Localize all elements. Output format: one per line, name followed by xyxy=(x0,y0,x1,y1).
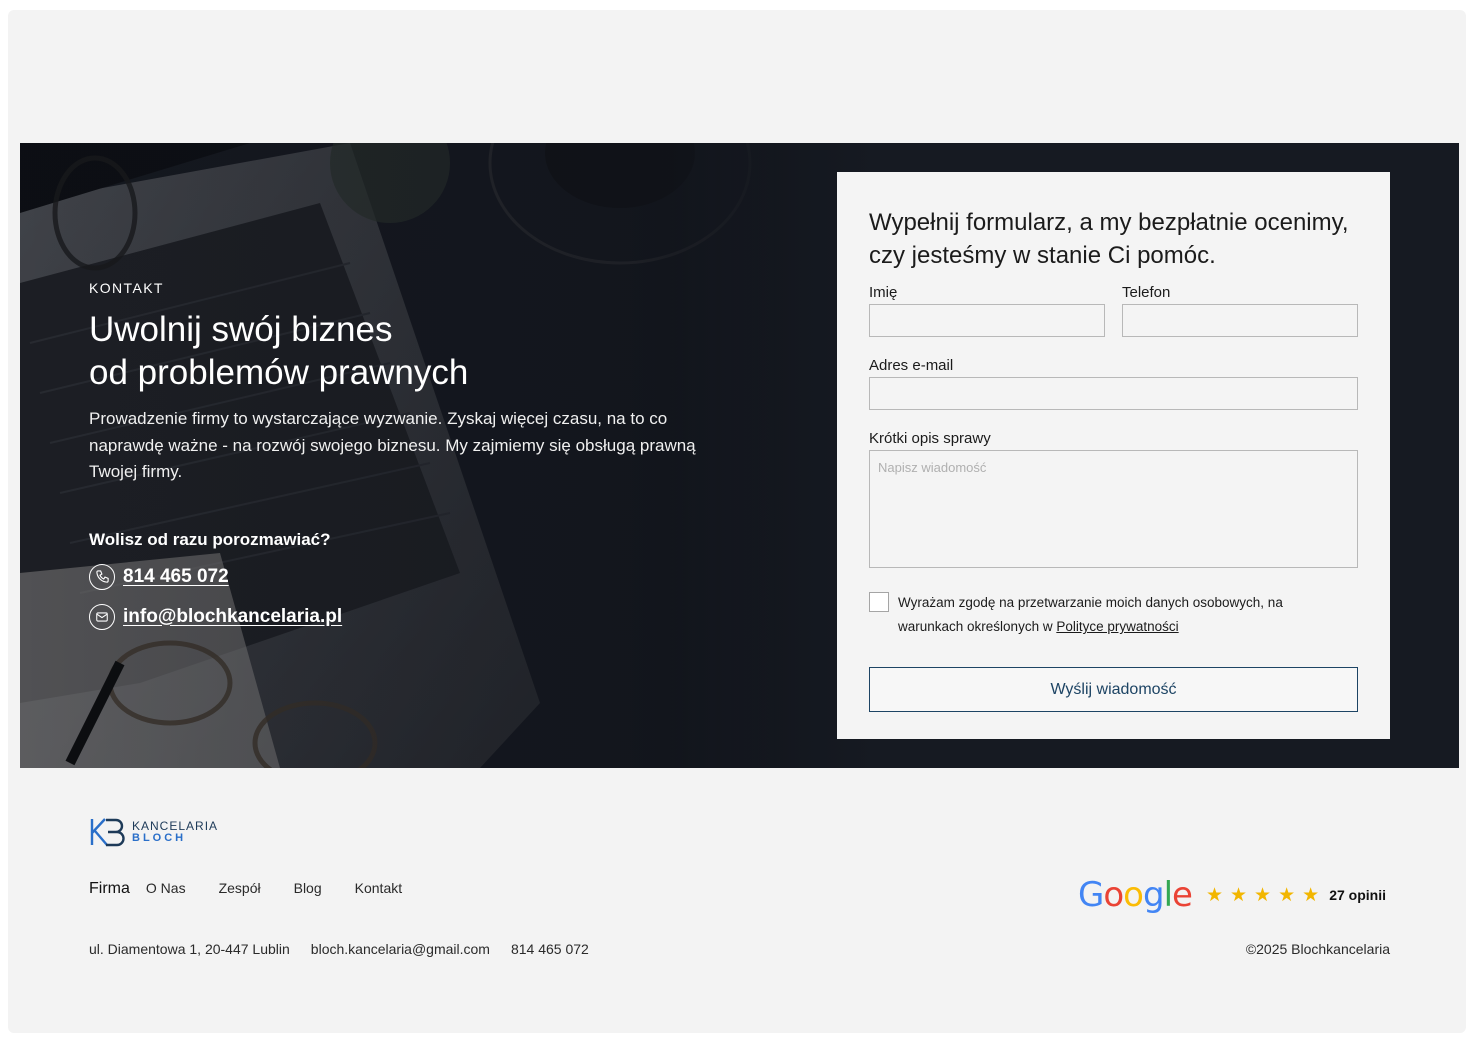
email-label: Adres e-mail xyxy=(869,357,954,374)
footer-nav-blog[interactable]: Blog xyxy=(294,880,322,896)
email-contact: info@blochkancelaria.pl xyxy=(89,603,729,630)
star-icon: ★ xyxy=(1205,884,1223,906)
rating-stars: ★ ★ ★ ★ ★ xyxy=(1206,884,1326,907)
name-field-group: Imię xyxy=(869,284,1105,337)
footer-phone[interactable]: 814 465 072 xyxy=(511,941,589,957)
email-link[interactable]: info@blochkancelaria.pl xyxy=(123,606,342,628)
star-icon: ★ xyxy=(1302,884,1320,906)
star-icon: ★ xyxy=(1254,884,1272,906)
logo-line1: KANCELARIA xyxy=(132,819,219,833)
footer-nav-heading: Firma xyxy=(89,880,130,897)
footer-email[interactable]: bloch.kancelaria@gmail.com xyxy=(311,941,490,957)
contact-form: Wypełnij formularz, a my bezpłatnie ocen… xyxy=(837,172,1390,739)
form-title: Wypełnij formularz, a my bezpłatnie ocen… xyxy=(869,209,1349,269)
footer-logo[interactable]: KANCELARIA BLOCH xyxy=(89,817,218,847)
call-heading: Wolisz od razu porozmawiać? xyxy=(89,529,331,549)
google-letter: l xyxy=(1163,875,1174,915)
name-label: Imię xyxy=(869,284,898,301)
footer-nav-zespol[interactable]: Zespół xyxy=(219,880,261,896)
phone-contact: 814 465 072 xyxy=(89,563,729,590)
consent-row: Wyrażam zgodę na przetwarzanie moich dan… xyxy=(869,591,1358,639)
google-logo: Google xyxy=(1078,875,1193,915)
google-letter: o xyxy=(1103,875,1124,915)
phone-link[interactable]: 814 465 072 xyxy=(123,566,229,588)
google-letter: g xyxy=(1142,875,1165,915)
message-label: Krótki opis sprawy xyxy=(869,430,991,447)
email-field-group: Adres e-mail xyxy=(869,357,1358,410)
phone-field-group: Telefon xyxy=(1122,284,1358,337)
phone-input[interactable] xyxy=(1122,304,1358,337)
section-eyebrow: KONTAKT xyxy=(89,280,164,296)
footer-contact-info: ul. Diamentowa 1, 20-447 Lublin bloch.ka… xyxy=(89,941,610,957)
footer-address: ul. Diamentowa 1, 20-447 Lublin xyxy=(89,941,290,957)
hero-title-line2: od problemów prawnych xyxy=(89,353,469,392)
phone-label: Telefon xyxy=(1122,284,1171,301)
logo-line2: BLOCH xyxy=(132,832,187,844)
star-icon: ★ xyxy=(1230,884,1248,906)
star-icon: ★ xyxy=(1278,884,1296,906)
phone-icon xyxy=(89,563,115,590)
mail-icon xyxy=(89,603,115,630)
logo-wordmark: KANCELARIA BLOCH xyxy=(132,820,218,844)
google-letter: G xyxy=(1078,875,1104,915)
email-input[interactable] xyxy=(869,377,1358,410)
footer-nav: Firma O Nas Zespół Blog Kontakt xyxy=(89,880,435,898)
submit-button[interactable]: Wyślij wiadomość xyxy=(869,667,1358,712)
hero-content: KONTAKT Uwolnij swój biznes od problemów… xyxy=(89,280,729,644)
consent-text: Wyrażam zgodę na przetwarzanie moich dan… xyxy=(898,591,1318,639)
message-textarea[interactable] xyxy=(869,450,1358,568)
consent-checkbox[interactable] xyxy=(869,592,889,612)
google-letter: o xyxy=(1123,875,1144,915)
google-reviews[interactable]: Google ★ ★ ★ ★ ★ 27 opinii xyxy=(1078,875,1386,915)
reviews-count: 27 opinii xyxy=(1329,887,1386,903)
google-letter: e xyxy=(1172,875,1193,915)
name-phone-row: Imię Telefon xyxy=(869,284,1358,337)
copyright: ©2025 Blochkancelaria xyxy=(1245,941,1390,957)
footer-nav-kontakt[interactable]: Kontakt xyxy=(355,880,402,896)
footer-nav-o-nas[interactable]: O Nas xyxy=(146,880,186,896)
page: KONTAKT Uwolnij swój biznes od problemów… xyxy=(8,10,1466,1033)
hero-title: Uwolnij swój biznes od problemów prawnyc… xyxy=(89,308,729,394)
contact-hero: KONTAKT Uwolnij swój biznes od problemów… xyxy=(20,143,1459,768)
privacy-policy-link[interactable]: Polityce prywatności xyxy=(1056,619,1178,634)
kb-logo-icon xyxy=(90,818,125,847)
message-field-group: Krótki opis sprawy xyxy=(869,430,1358,573)
name-input[interactable] xyxy=(869,304,1105,337)
hero-title-line1: Uwolnij swój biznes xyxy=(89,310,393,349)
hero-description: Prowadzenie firmy to wystarczające wyzwa… xyxy=(89,409,696,481)
